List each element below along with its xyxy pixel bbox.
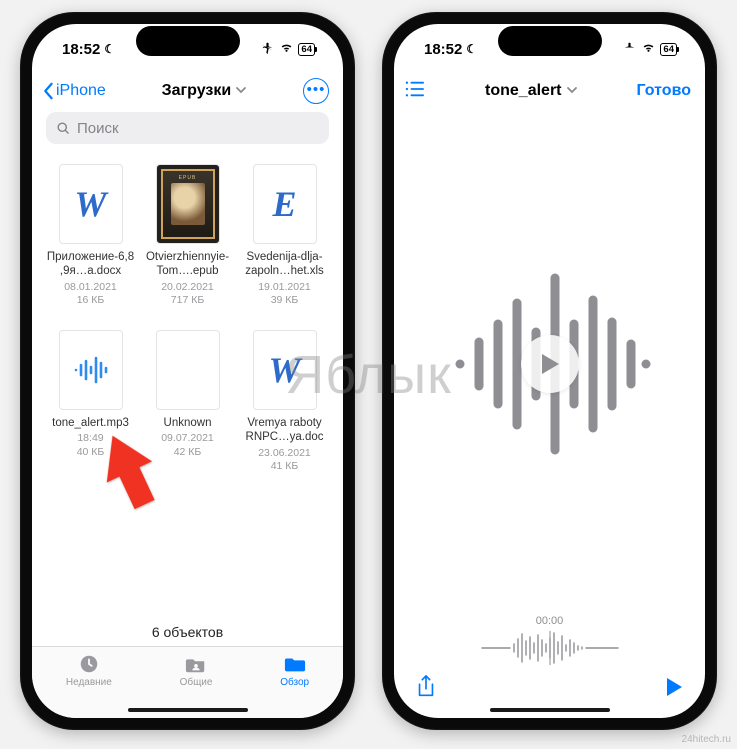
file-item[interactable]: tone_alert.mp3 18:4940 КБ	[46, 330, 135, 474]
tab-label: Недавние	[66, 677, 112, 688]
home-indicator	[490, 708, 610, 712]
search-input[interactable]: Поиск	[46, 112, 329, 144]
file-name: Svedenija-dlja-zapoln…het.xls	[240, 250, 329, 279]
timeline[interactable]: 00:00	[394, 615, 705, 671]
file-item[interactable]: E Svedenija-dlja-zapoln…het.xls19.01.2021…	[240, 164, 329, 308]
more-button[interactable]: •••	[303, 78, 329, 104]
search-placeholder: Поиск	[77, 120, 119, 137]
nav-bar: tone_alert Готово	[394, 74, 705, 112]
file-meta: 09.07.202142 КБ	[161, 432, 214, 459]
mini-waveform-icon	[480, 631, 620, 665]
tab-browse[interactable]: Обзор	[280, 653, 309, 688]
airplane-icon	[622, 41, 637, 58]
file-thumb: W	[253, 330, 317, 410]
folder-people-icon	[184, 653, 208, 675]
page-title: tone_alert	[485, 82, 561, 100]
play-button-toolbar[interactable]	[665, 677, 683, 702]
file-item[interactable]: Unknown 09.07.202142 КБ	[143, 330, 232, 474]
phone-left: 18:52 ☾ 64 iPhone	[20, 12, 355, 730]
dnd-icon: ☾	[104, 42, 115, 56]
file-meta: 20.02.2021717 КБ	[161, 281, 214, 308]
chevron-down-icon	[566, 82, 578, 100]
back-label: iPhone	[56, 82, 106, 100]
search-icon	[56, 121, 71, 136]
audio-preview	[394, 112, 705, 615]
battery-icon: 64	[298, 43, 315, 56]
file-item[interactable]: W Приложение-6,8,9я…a.docx08.01.202116 КБ	[46, 164, 135, 308]
file-meta: 23.06.202141 КБ	[258, 447, 311, 474]
file-grid: W Приложение-6,8,9я…a.docx08.01.202116 КБ…	[32, 154, 343, 616]
tab-label: Обзор	[280, 677, 309, 688]
battery-icon: 64	[660, 43, 677, 56]
file-meta: 18:4940 КБ	[77, 432, 105, 459]
file-thumb: W	[59, 164, 123, 244]
share-icon	[416, 675, 436, 699]
file-thumb: E	[253, 164, 317, 244]
done-button[interactable]: Готово	[637, 82, 691, 100]
item-count: 6 объектов	[32, 616, 343, 646]
file-name: tone_alert.mp3	[52, 416, 129, 430]
folder-icon	[283, 653, 307, 675]
tab-shared[interactable]: Общие	[180, 653, 213, 688]
home-indicator	[128, 708, 248, 712]
airplane-icon	[260, 41, 275, 58]
clock-icon	[77, 653, 101, 675]
tab-label: Общие	[180, 677, 213, 688]
wifi-icon	[641, 41, 656, 58]
file-thumb	[59, 330, 123, 410]
playhead-time: 00:00	[536, 615, 564, 627]
dnd-icon: ☾	[466, 42, 477, 56]
status-time: 18:52	[62, 41, 100, 58]
chevron-down-icon	[235, 82, 247, 100]
file-name: Приложение-6,8,9я…a.docx	[46, 250, 135, 279]
file-item[interactable]: EPUB Otvierzhiennyie-Tom….epub20.02.20217…	[143, 164, 232, 308]
dynamic-island	[136, 26, 240, 56]
tab-recent[interactable]: Недавние	[66, 653, 112, 688]
ellipsis-icon: •••	[307, 82, 326, 97]
file-thumb: EPUB	[156, 164, 220, 244]
list-button[interactable]	[404, 80, 426, 103]
phone-right: 18:52 ☾ 64 tone_aler	[382, 12, 717, 730]
page-title: Загрузки	[162, 82, 232, 100]
play-icon	[539, 352, 561, 376]
file-name: Vremya raboty RNPC…ya.doc	[240, 416, 329, 445]
site-credit: 24hitech.ru	[682, 734, 731, 745]
file-name: Unknown	[164, 416, 212, 430]
status-time: 18:52	[424, 41, 462, 58]
file-meta: 08.01.202116 КБ	[64, 281, 117, 308]
file-title-button[interactable]: tone_alert	[485, 82, 577, 100]
share-button[interactable]	[416, 675, 436, 704]
back-button[interactable]: iPhone	[42, 82, 106, 100]
file-item[interactable]: W Vremya raboty RNPC…ya.doc23.06.202141 К…	[240, 330, 329, 474]
file-name: Otvierzhiennyie-Tom….epub	[143, 250, 232, 279]
folder-title-button[interactable]: Загрузки	[162, 82, 248, 100]
play-button[interactable]	[521, 335, 579, 393]
nav-bar: iPhone Загрузки •••	[32, 74, 343, 112]
play-icon	[665, 677, 683, 697]
wifi-icon	[279, 41, 294, 58]
dynamic-island	[498, 26, 602, 56]
file-thumb	[156, 330, 220, 410]
file-meta: 19.01.202139 КБ	[258, 281, 311, 308]
